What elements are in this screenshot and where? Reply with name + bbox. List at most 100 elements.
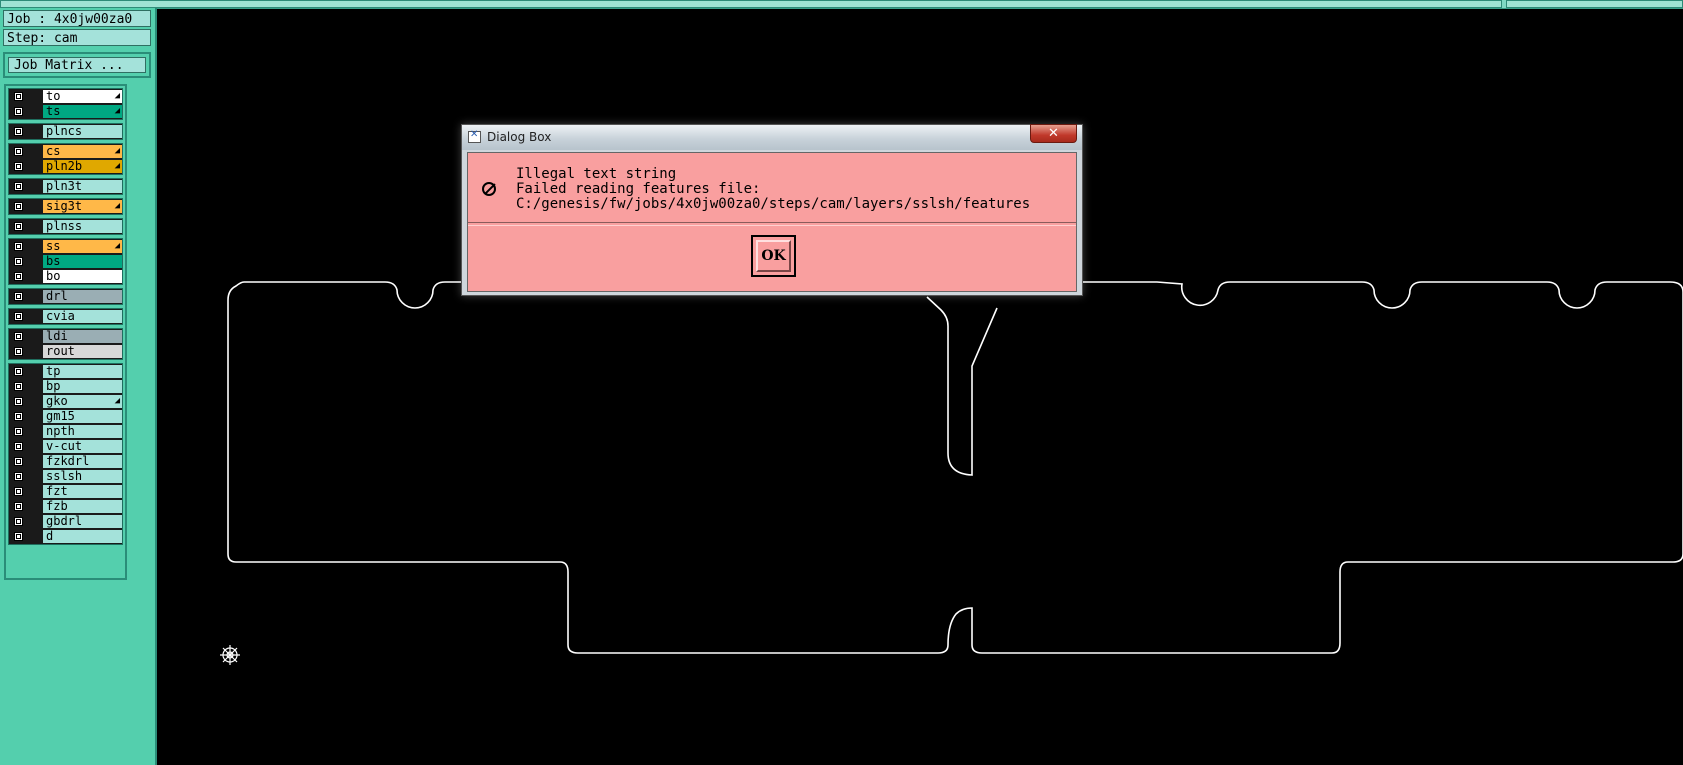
affected-mark-icon: ◢ [114,161,120,171]
layer-row[interactable]: cs ◢ [9,144,122,159]
layer-row[interactable]: pln3t [9,179,122,194]
layer-checkbox[interactable] [14,472,23,481]
layer-row[interactable]: plnss [9,219,122,234]
layer-row[interactable]: d [9,529,122,544]
layer-row[interactable]: fzkdrl [9,454,122,469]
layer-checkbox[interactable] [14,487,23,496]
layer-row[interactable]: pln2b ◢ [9,159,122,174]
layer-checkbox[interactable] [14,367,23,376]
layer-name[interactable]: plncs [43,125,122,138]
layer-checkbox[interactable] [14,502,23,511]
layer-checkbox[interactable] [14,457,23,466]
layer-row[interactable]: sig3t ◢ [9,199,122,214]
layer-row[interactable]: ss ◢ [9,239,122,254]
layer-row[interactable]: ts ◢ [9,104,122,119]
layer-group: plncs [8,123,123,140]
layer-group: ss ◢ bs bo [8,238,123,285]
layer-row[interactable]: drl [9,289,122,304]
close-icon: ✕ [1048,126,1059,141]
layer-name[interactable]: drl [43,290,122,303]
layer-checkbox[interactable] [14,92,23,101]
layer-checkbox[interactable] [14,412,23,421]
layer-checkbox[interactable] [14,257,23,266]
layer-checkbox[interactable] [14,427,23,436]
dialog-title-bar[interactable]: Dialog Box ✕ [462,124,1082,150]
close-button[interactable]: ✕ [1030,124,1077,143]
layer-row[interactable]: rout [9,344,122,359]
layer-checkbox[interactable] [14,272,23,281]
layer-name[interactable]: gbdrl [43,515,122,528]
layer-name[interactable]: cs ◢ [43,145,122,158]
layer-name[interactable]: pln2b ◢ [43,160,122,173]
layer-name[interactable]: gko ◢ [43,395,122,408]
layer-row[interactable]: gko ◢ [9,394,122,409]
layer-row[interactable]: plncs [9,124,122,139]
layer-name[interactable]: bo [43,270,122,283]
layer-row[interactable]: ldi [9,329,122,344]
layer-name[interactable]: bp [43,380,122,393]
layer-checkbox[interactable] [14,127,23,136]
layer-group: drl [8,288,123,305]
layer-group: pln3t [8,178,123,195]
error-dialog: Dialog Box ✕ Illegal text string Failed … [461,124,1083,296]
layer-name[interactable]: sig3t ◢ [43,200,122,213]
layer-name[interactable]: fzb [43,500,122,513]
layer-name[interactable]: gm15 [43,410,122,423]
layer-group: cs ◢ pln2b ◢ [8,143,123,175]
layer-checkbox[interactable] [14,107,23,116]
layer-row[interactable]: fzt [9,484,122,499]
layer-checkbox[interactable] [14,182,23,191]
layer-row[interactable]: to ◢ [9,89,122,104]
job-matrix-button[interactable]: Job Matrix ... [3,52,151,78]
layer-checkbox[interactable] [14,347,23,356]
layer-checkbox[interactable] [14,222,23,231]
layer-name[interactable]: d [43,530,122,543]
layer-row[interactable]: tp [9,364,122,379]
layer-name[interactable]: ldi [43,330,122,343]
layer-checkbox[interactable] [14,397,23,406]
layer-name[interactable]: sslsh [43,470,122,483]
layer-name[interactable]: fzt [43,485,122,498]
layer-checkbox[interactable] [14,442,23,451]
layer-name[interactable]: ts ◢ [43,105,122,118]
ok-button[interactable]: OK [756,240,791,272]
layer-checkbox[interactable] [14,312,23,321]
layer-name[interactable]: fzkdrl [43,455,122,468]
graphics-canvas[interactable] [157,8,1683,765]
layer-name[interactable]: to ◢ [43,90,122,103]
layer-checkbox[interactable] [14,332,23,341]
layer-row[interactable]: gm15 [9,409,122,424]
layer-row[interactable]: cvia [9,309,122,324]
stop-icon [482,182,496,196]
layer-row[interactable]: gbdrl [9,514,122,529]
layer-checkbox[interactable] [14,382,23,391]
layer-checkbox[interactable] [14,242,23,251]
layer-checkbox[interactable] [14,517,23,526]
layer-group: sig3t ◢ [8,198,123,215]
layer-name[interactable]: bs [43,255,122,268]
layer-row[interactable]: bo [9,269,122,284]
layer-row[interactable]: fzb [9,499,122,514]
layer-checkbox[interactable] [14,292,23,301]
layer-row[interactable]: sslsh [9,469,122,484]
affected-mark-icon: ◢ [114,91,120,101]
layer-name[interactable]: v-cut [43,440,122,453]
layer-name[interactable]: cvia [43,310,122,323]
affected-mark-icon: ◢ [114,146,120,156]
layer-checkbox[interactable] [14,162,23,171]
layer-name[interactable]: plnss [43,220,122,233]
layer-checkbox[interactable] [14,147,23,156]
layer-row[interactable]: npth [9,424,122,439]
layer-name[interactable]: npth [43,425,122,438]
layer-checkbox[interactable] [14,202,23,211]
layer-name[interactable]: rout [43,345,122,358]
layer-row[interactable]: bp [9,379,122,394]
layer-checkbox[interactable] [14,532,23,541]
message-line: C:/genesis/fw/jobs/4x0jw00za0/steps/cam/… [516,196,1031,212]
layer-row[interactable]: v-cut [9,439,122,454]
layer-name[interactable]: pln3t [43,180,122,193]
layer-row[interactable]: bs [9,254,122,269]
top-toolbar-segment [0,0,1502,8]
layer-name[interactable]: tp [43,365,122,378]
layer-name[interactable]: ss ◢ [43,240,122,253]
